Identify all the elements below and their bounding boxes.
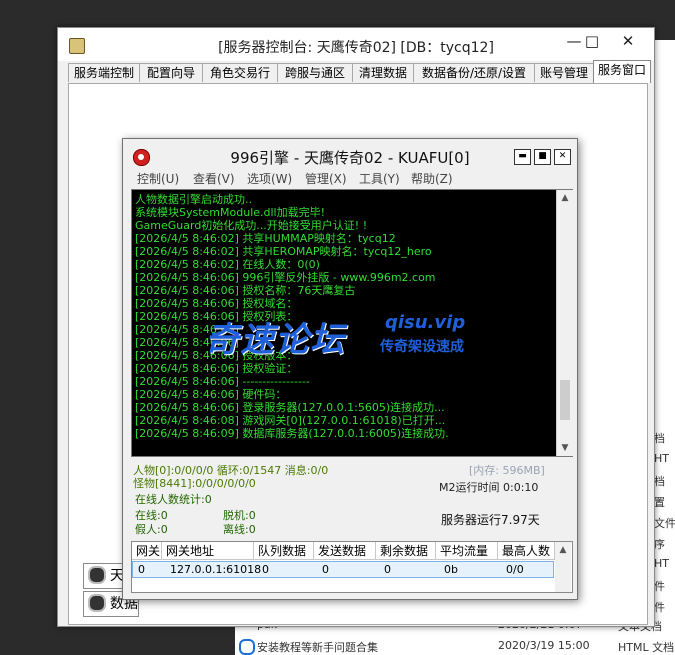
engine-title-bar[interactable]: 996引擎 - 天鹰传奇02 - KUAFU[0] ▬ ■ ✕ — [123, 139, 577, 169]
explorer-item: 置 — [654, 496, 665, 509]
log-scrollbar[interactable]: ▲ ▼ — [556, 190, 573, 456]
log-line: [2026/4/5 8:46:02] 在线人数：0(0) — [135, 258, 320, 271]
log-line: [2026/4/5 8:46:08] 游戏网关[0](127.0.0.1:610… — [135, 414, 446, 427]
monster-stats: 怪物[8441]:0/0/0/0/0/0 — [133, 477, 256, 490]
m2-runtime: M2运行时间 0:0:10 — [439, 481, 539, 494]
table-header[interactable]: 网关 — [132, 542, 162, 560]
tab-strip: 服务端控制 配置向导 角色交易行 跨服与通区 清理数据 数据备份/还原/设置 账… — [68, 60, 651, 83]
menu-control[interactable]: 控制(U) — [137, 170, 179, 187]
watermark-subtitle: 传奇架设速成 — [380, 339, 464, 355]
explorer-item: 件 — [654, 601, 665, 614]
table-cell: 0 — [322, 563, 329, 576]
log-line: [2026/4/5 8:46:02] 共享HUMMAP映射名：tycq12 — [135, 232, 396, 245]
table-cell: 0 — [262, 563, 269, 576]
watermark-url: qisu.vip — [385, 312, 466, 333]
explorer-item: 文件 — [654, 517, 675, 530]
tab-account[interactable]: 账号管理 — [534, 63, 594, 82]
table-cell: 0 — [138, 563, 145, 576]
log-line: [2026/4/5 8:46:06] 授权名称：76天鹰复古 — [135, 284, 356, 297]
explorer-item: HT — [654, 557, 669, 570]
log-line: [2026/4/5 8:46:06] 登录服务器(127.0.0.1:5605)… — [135, 401, 445, 414]
close-button[interactable]: ✕ — [554, 149, 571, 165]
memory-usage: [内存: 596MB] — [469, 464, 545, 477]
engine-window-title: 996引擎 - 天鹰传奇02 - KUAFU[0] — [230, 149, 470, 167]
fake-player-value: 假人:0 — [135, 523, 168, 536]
app-icon — [88, 594, 106, 612]
explorer-item: 档 — [654, 432, 665, 445]
tab-trade[interactable]: 角色交易行 — [202, 63, 278, 82]
tab-backup[interactable]: 数据备份/还原/设置 — [413, 63, 535, 82]
scroll-up-icon[interactable]: ▲ — [557, 190, 573, 206]
log-line: 人物数据引擎启动成功.. — [135, 193, 252, 206]
table-header[interactable]: 网关地址 — [162, 542, 254, 560]
explorer-item: 档 — [654, 475, 665, 488]
log-line: [2026/4/5 8:46:02] 共享HEROMAP映射名：tycq12_h… — [135, 245, 432, 258]
gateway-table: 网关 网关地址 队列数据 发送数据 剩余数据 平均流量 最高人数 0 127.0… — [131, 541, 573, 593]
maximize-button[interactable]: □ — [581, 28, 603, 54]
tab-service-window[interactable]: 服务窗口 — [593, 60, 651, 83]
tab-cross-server[interactable]: 跨服与通区 — [277, 63, 353, 82]
file-type: HTML 文档 — [618, 641, 675, 654]
menu-tools[interactable]: 工具(Y) — [359, 170, 400, 187]
menu-help[interactable]: 帮助(Z) — [411, 170, 453, 187]
table-cell: 0 — [384, 563, 391, 576]
online-count: 在线人数统计:0 — [135, 493, 212, 506]
maximize-button[interactable]: ■ — [534, 149, 551, 165]
html-file-icon — [239, 639, 255, 655]
title-bar[interactable]: [服务器控制台: 天鹰传奇02] [DB：tycq12] — □ ✕ — [58, 28, 654, 61]
tab-config-wizard[interactable]: 配置向导 — [139, 63, 203, 82]
table-header[interactable]: 最高人数 — [498, 542, 555, 560]
table-cell: 0b — [444, 563, 458, 576]
minimize-button[interactable]: ▬ — [514, 149, 531, 165]
log-line: GameGuard初始化成功...开始接受用户认证! ! — [135, 219, 368, 232]
menu-view[interactable]: 查看(V) — [193, 170, 235, 187]
table-header[interactable]: 平均流量 — [436, 542, 498, 560]
tab-clean-data[interactable]: 清理数据 — [352, 63, 414, 82]
table-scrollbar[interactable]: ▲ — [555, 542, 571, 592]
explorer-item: 序 — [654, 538, 665, 551]
table-cell: 127.0.0.1:61018 — [170, 563, 262, 576]
log-line: [2026/4/5 8:46:09] 数据库服务器(127.0.0.1:6005… — [135, 427, 449, 440]
file-date: 2020/3/19 15:00 — [498, 639, 590, 652]
app-icon — [88, 566, 106, 584]
table-cell: 0/0 — [506, 563, 524, 576]
explorer-item: HT — [654, 452, 669, 465]
watermark-text: 奇速论坛 — [205, 320, 345, 360]
table-header[interactable]: 队列数据 — [254, 542, 314, 560]
log-line: [2026/4/5 8:46:06] ----------------- — [135, 375, 310, 388]
offline-value: 离线:0 — [223, 523, 256, 536]
tab-server-control[interactable]: 服务端控制 — [68, 63, 140, 82]
menu-options[interactable]: 选项(W) — [247, 170, 292, 187]
table-header[interactable]: 剩余数据 — [376, 542, 436, 560]
scroll-down-icon[interactable]: ▼ — [557, 440, 573, 456]
log-line: [2026/4/5 8:46:06] 硬件码： — [135, 388, 287, 401]
menu-manage[interactable]: 管理(X) — [305, 170, 347, 187]
server-runtime: 服务器运行7.97天 — [441, 513, 540, 527]
log-line: [2026/4/5 8:46:06] 授权域名： — [135, 297, 298, 310]
log-line: 系统模块SystemModule.dll加载完毕! — [135, 206, 326, 219]
log-line: [2026/4/5 8:46:06] 996引擎反外挂版 - www.996m2… — [135, 271, 436, 284]
close-button[interactable]: ✕ — [606, 28, 650, 54]
scroll-thumb[interactable] — [560, 380, 570, 420]
file-name[interactable]: 安装教程等新手问题合集 — [257, 639, 378, 655]
table-header[interactable]: 发送数据 — [314, 542, 376, 560]
engine-window: 996引擎 - 天鹰传奇02 - KUAFU[0] ▬ ■ ✕ 控制(U) 查看… — [122, 138, 578, 600]
explorer-item: 件 — [654, 580, 665, 593]
scroll-up-icon[interactable]: ▲ — [555, 542, 571, 558]
log-line: [2026/4/5 8:46:06] 授权验证： — [135, 362, 298, 375]
watermark-logo: 奇速论坛 qisu.vip 传奇架设速成 — [205, 310, 495, 360]
